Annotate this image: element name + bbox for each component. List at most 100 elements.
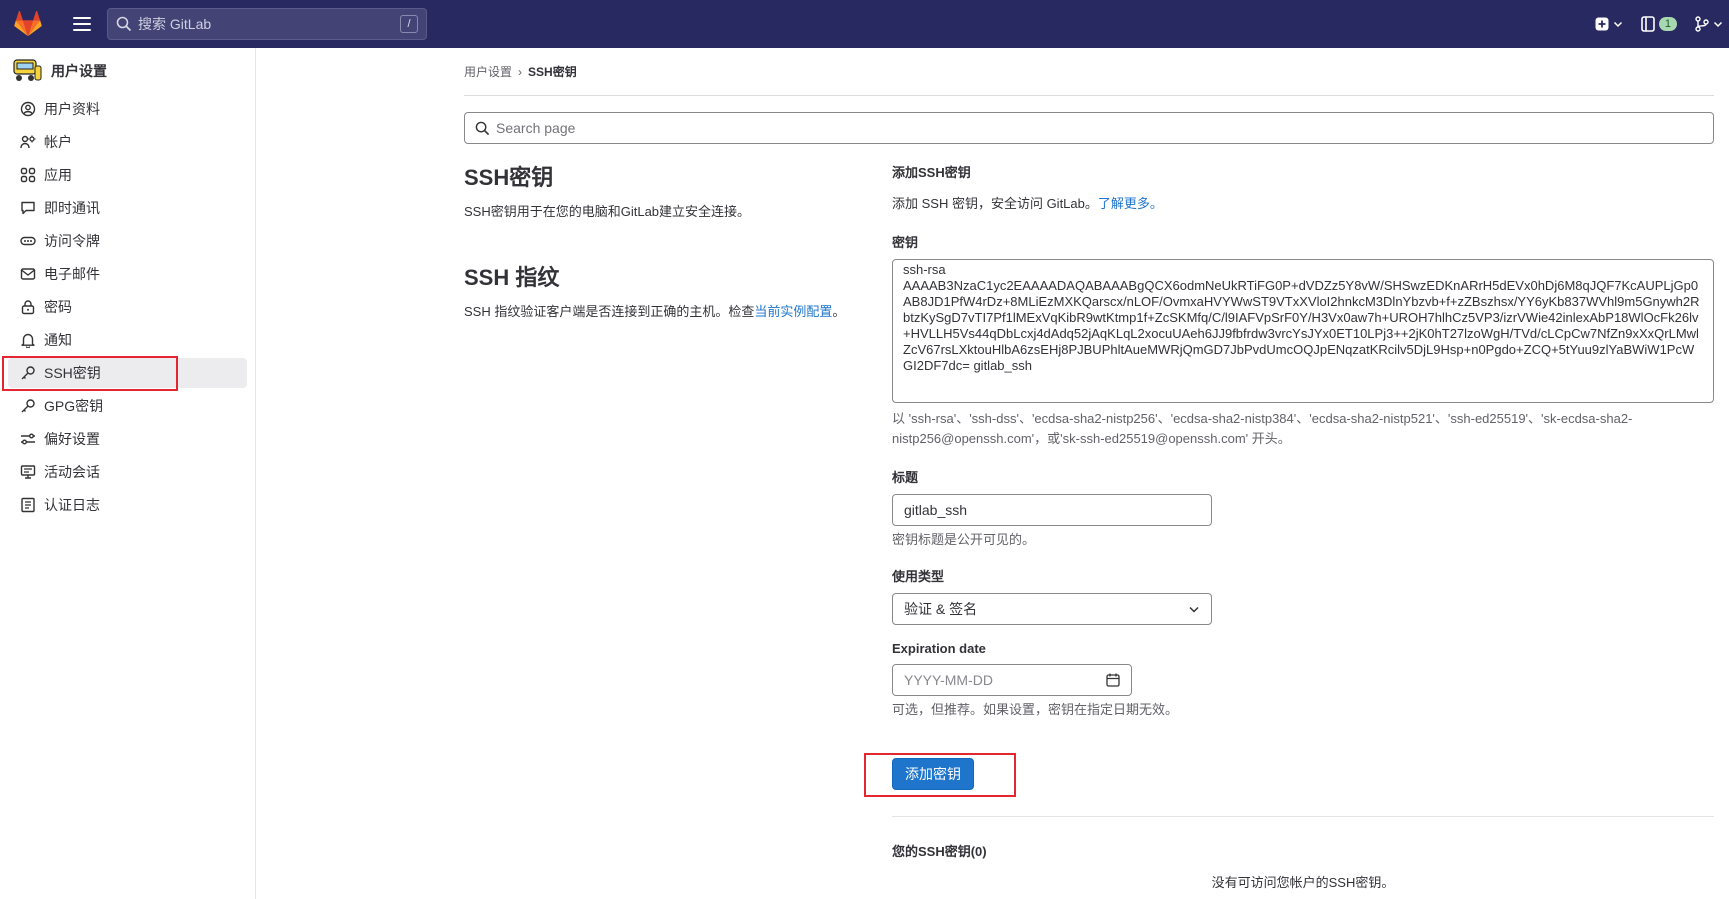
ssh-keys-description: SSH密钥用于在您的电脑和GitLab建立安全连接。 xyxy=(464,204,751,219)
search-placeholder: 搜索 GitLab xyxy=(138,16,212,32)
token-icon xyxy=(20,236,36,246)
usage-type-select[interactable]: 验证 & 签名 xyxy=(892,593,1212,625)
sidebar-item-label: 即时通讯 xyxy=(44,200,100,216)
sidebar-item-emails[interactable]: 电子邮件 xyxy=(8,259,247,289)
settings-sidebar: 用户设置 用户资料 帐户 应用 即时通讯 访问令牌 电子邮件 密码 通知 SSH… xyxy=(0,48,256,899)
sidebar-item-label: 活动会话 xyxy=(44,464,100,480)
sidebar-item-applications[interactable]: 应用 xyxy=(8,160,247,190)
add-key-form: 添加SSH密钥 添加 SSH 密钥，安全访问 GitLab。了解更多。 密钥 s… xyxy=(892,160,1714,891)
sidebar-item-label: 电子邮件 xyxy=(44,266,100,282)
merge-requests-button[interactable]: 1 xyxy=(1641,16,1677,32)
chevron-down-icon xyxy=(1189,606,1199,613)
page-search-placeholder: Search page xyxy=(496,120,576,136)
ssh-keys-heading: SSH密钥 xyxy=(464,165,554,190)
sidebar-item-password[interactable]: 密码 xyxy=(8,292,247,322)
search-icon xyxy=(475,121,490,135)
search-icon xyxy=(116,16,132,32)
lock-icon xyxy=(21,300,35,315)
breadcrumb-separator: › xyxy=(518,64,523,79)
expiration-label: Expiration date xyxy=(892,641,986,656)
expiration-help-text: 可选，但推荐。如果设置，密钥在指定日期无效。 xyxy=(892,702,1179,717)
sidebar-item-label: 密码 xyxy=(44,299,72,315)
menu-toggle-button[interactable] xyxy=(73,17,91,31)
sidebar-item-notifications[interactable]: 通知 xyxy=(8,325,247,355)
usage-type-value: 验证 & 签名 xyxy=(904,601,978,617)
sidebar-item-preferences[interactable]: 偏好设置 xyxy=(8,424,247,454)
chevron-down-icon xyxy=(1713,21,1723,28)
ssh-fingerprint-description: SSH 指纹验证客户端是否连接到正确的主机。检查当前实例配置。 xyxy=(464,302,854,322)
key-label: 密钥 xyxy=(892,235,919,250)
your-keys-heading: 您的SSH密钥(0) xyxy=(892,844,987,859)
sidebar-item-label: 应用 xyxy=(44,167,72,183)
sidebar-item-label: SSH密钥 xyxy=(44,365,101,381)
log-icon xyxy=(21,497,35,513)
breadcrumb-parent-link[interactable]: 用户设置 xyxy=(464,63,512,80)
sidebar-item-auth-log[interactable]: 认证日志 xyxy=(8,490,247,520)
add-key-heading: 添加SSH密钥 xyxy=(892,165,971,180)
bell-icon xyxy=(21,333,35,348)
main-content: 用户设置 › SSH密钥 Search page SSH密钥 SSH密钥用于在您… xyxy=(464,48,1714,890)
breadcrumb: 用户设置 › SSH密钥 xyxy=(464,48,1714,96)
fingerprint-text: SSH 指纹验证客户端是否连接到正确的主机。检查 xyxy=(464,304,755,319)
profile-icon xyxy=(20,101,36,117)
add-key-description: 添加 SSH 密钥，安全访问 GitLab。了解更多。 xyxy=(892,193,1714,212)
expiration-placeholder: YYYY-MM-DD xyxy=(904,672,993,688)
sidebar-item-label: GPG密钥 xyxy=(44,398,104,414)
applications-icon xyxy=(20,167,36,183)
key-help-text: 以 'ssh-rsa'、'ssh-dss'、'ecdsa-sha2-nistp2… xyxy=(892,411,1633,446)
title-input-value: gitlab_ssh xyxy=(904,502,968,518)
title-help-text: 密钥标题是公开可见的。 xyxy=(892,532,1036,547)
sidebar-item-account[interactable]: 帐户 xyxy=(8,127,247,157)
preferences-icon xyxy=(21,433,35,445)
plus-square-icon xyxy=(1595,17,1609,31)
instance-config-link[interactable]: 当前实例配置 xyxy=(754,304,832,319)
sidebar-item-access-tokens[interactable]: 访问令牌 xyxy=(8,226,247,256)
section-divider xyxy=(892,816,1714,817)
merge-request-icon xyxy=(1641,16,1655,32)
calendar-icon[interactable] xyxy=(1106,673,1120,687)
sidebar-item-gpg-keys[interactable]: GPG密钥 xyxy=(8,391,247,421)
breadcrumb-current: SSH密钥 xyxy=(528,65,577,79)
account-icon xyxy=(20,135,36,149)
sidebar-header[interactable]: 用户设置 xyxy=(0,48,255,94)
sidebar-item-label: 偏好设置 xyxy=(44,431,100,447)
sidebar-item-label: 认证日志 xyxy=(44,497,100,513)
sidebar-item-ssh-keys[interactable]: SSH密钥 xyxy=(8,358,247,388)
mail-icon xyxy=(20,268,36,280)
title-input[interactable]: gitlab_ssh xyxy=(892,494,1212,526)
ssh-fingerprint-heading: SSH 指纹 xyxy=(464,265,560,290)
expiration-date-input[interactable]: YYYY-MM-DD xyxy=(892,664,1132,696)
key-textarea[interactable]: ssh-rsa AAAAB3NzaC1yc2EAAAADAQABAAABgQCX… xyxy=(892,259,1714,403)
title-label: 标题 xyxy=(892,470,919,485)
sidebar-item-profile[interactable]: 用户资料 xyxy=(8,94,247,124)
topbar-actions: 1 xyxy=(1595,0,1729,48)
merge-count-badge: 1 xyxy=(1658,17,1677,31)
branch-menu-button[interactable] xyxy=(1695,16,1723,32)
sidebar-item-label: 通知 xyxy=(44,332,72,348)
monitor-icon xyxy=(20,465,36,479)
key-icon xyxy=(21,366,35,380)
search-shortcut-key: / xyxy=(400,15,418,33)
add-key-button[interactable]: 添加密钥 xyxy=(892,758,974,790)
new-item-dropdown[interactable] xyxy=(1595,17,1623,31)
key-icon xyxy=(21,399,35,413)
add-key-text: 添加 SSH 密钥，安全访问 GitLab。 xyxy=(892,196,1098,211)
usage-type-label: 使用类型 xyxy=(892,569,945,584)
user-avatar xyxy=(13,59,42,81)
sidebar-item-label: 访问令牌 xyxy=(44,233,100,249)
learn-more-link[interactable]: 了解更多。 xyxy=(1098,196,1163,211)
fingerprint-end: 。 xyxy=(832,304,846,319)
global-search-input[interactable]: 搜索 GitLab / xyxy=(107,8,427,40)
info-column: SSH密钥 SSH密钥用于在您的电脑和GitLab建立安全连接。 SSH 指纹 … xyxy=(464,160,864,322)
page-search-input[interactable]: Search page xyxy=(464,112,1714,144)
no-keys-message: 没有可访问您帐户的SSH密钥。 xyxy=(1211,875,1395,890)
sidebar-title: 用户设置 xyxy=(51,63,107,79)
branch-icon xyxy=(1695,16,1709,32)
chevron-down-icon xyxy=(1613,21,1622,28)
sidebar-item-label: 帐户 xyxy=(44,134,72,150)
sidebar-item-label: 用户资料 xyxy=(44,101,100,117)
sidebar-item-chat[interactable]: 即时通讯 xyxy=(8,193,247,223)
top-navbar: 搜索 GitLab / 1 xyxy=(0,0,1729,48)
gitlab-logo-icon[interactable] xyxy=(13,11,43,37)
sidebar-item-active-sessions[interactable]: 活动会话 xyxy=(8,457,247,487)
